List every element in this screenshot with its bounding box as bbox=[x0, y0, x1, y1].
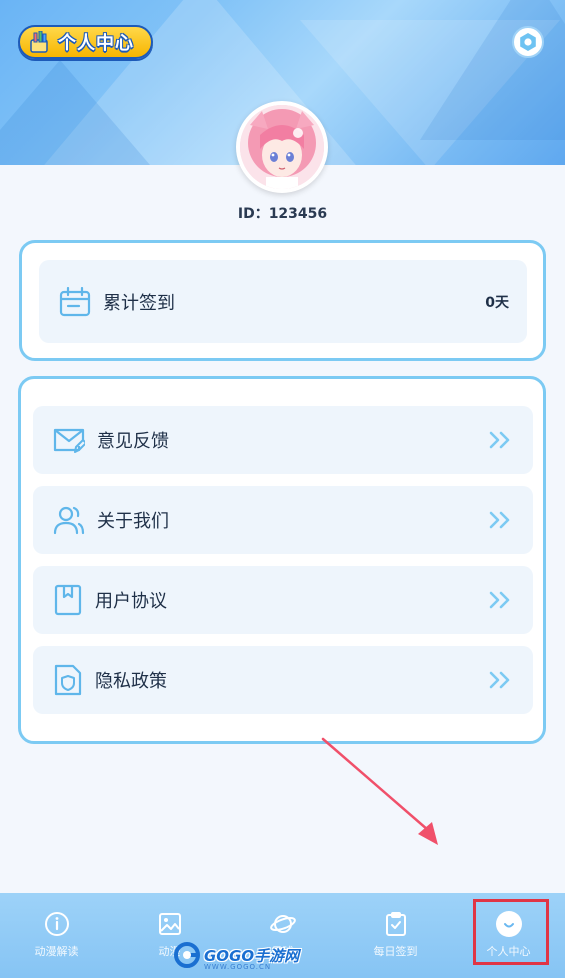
pencil-cup-icon bbox=[28, 30, 52, 53]
mail-edit-icon bbox=[53, 428, 85, 453]
double-chevron-right-icon bbox=[489, 671, 510, 689]
menu-card: 意见反馈 关于我们 用户协议 隐私政策 bbox=[18, 376, 546, 744]
sign-in-count: 0天 bbox=[485, 294, 509, 311]
double-chevron-right-icon bbox=[489, 591, 510, 609]
avatar[interactable] bbox=[236, 101, 328, 193]
menu-item-label: 意见反馈 bbox=[97, 431, 169, 452]
info-circle-icon bbox=[44, 912, 69, 936]
users-icon bbox=[53, 506, 85, 535]
tab-daily-sign-in[interactable]: 每日签到 bbox=[339, 893, 452, 978]
menu-item-feedback[interactable]: 意见反馈 bbox=[33, 406, 533, 474]
sign-in-label: 累计签到 bbox=[103, 292, 175, 314]
clipboard-check-icon bbox=[385, 912, 406, 936]
tab-label: 动漫解读 bbox=[34, 945, 79, 958]
calendar-icon bbox=[59, 286, 91, 316]
sign-in-card: 累计签到 0天 bbox=[19, 240, 546, 361]
shield-doc-icon bbox=[54, 664, 82, 696]
menu-item-label: 关于我们 bbox=[97, 511, 169, 532]
user-id: ID：123456 bbox=[237, 206, 328, 222]
double-chevron-right-icon bbox=[489, 431, 510, 449]
watermark-url: WWW.GOGO.CN bbox=[204, 963, 272, 971]
menu-item-about[interactable]: 关于我们 bbox=[33, 486, 533, 554]
sign-in-row[interactable]: 累计签到 0天 bbox=[39, 260, 527, 343]
menu-item-label: 隐私政策 bbox=[95, 671, 167, 692]
planet-icon bbox=[269, 915, 296, 933]
image-icon bbox=[158, 913, 181, 935]
menu-item-user-agreement[interactable]: 用户协议 bbox=[33, 566, 533, 634]
watermark: GOGO手游网 WWW.GOGO.CN bbox=[174, 938, 299, 972]
settings-button[interactable] bbox=[512, 26, 544, 58]
gear-icon bbox=[520, 33, 536, 51]
tab-label: 每日签到 bbox=[373, 945, 418, 958]
menu-item-label: 用户协议 bbox=[95, 591, 167, 612]
tab-anime-reading[interactable]: 动漫解读 bbox=[0, 893, 113, 978]
double-chevron-right-icon bbox=[489, 511, 510, 529]
page-title: 个人中心 bbox=[58, 33, 134, 54]
gogo-logo-icon bbox=[174, 942, 200, 968]
bookmark-doc-icon bbox=[54, 584, 82, 616]
highlight-frame bbox=[473, 899, 549, 965]
page-title-badge: 个人中心 bbox=[18, 25, 153, 59]
menu-item-privacy-policy[interactable]: 隐私政策 bbox=[33, 646, 533, 714]
